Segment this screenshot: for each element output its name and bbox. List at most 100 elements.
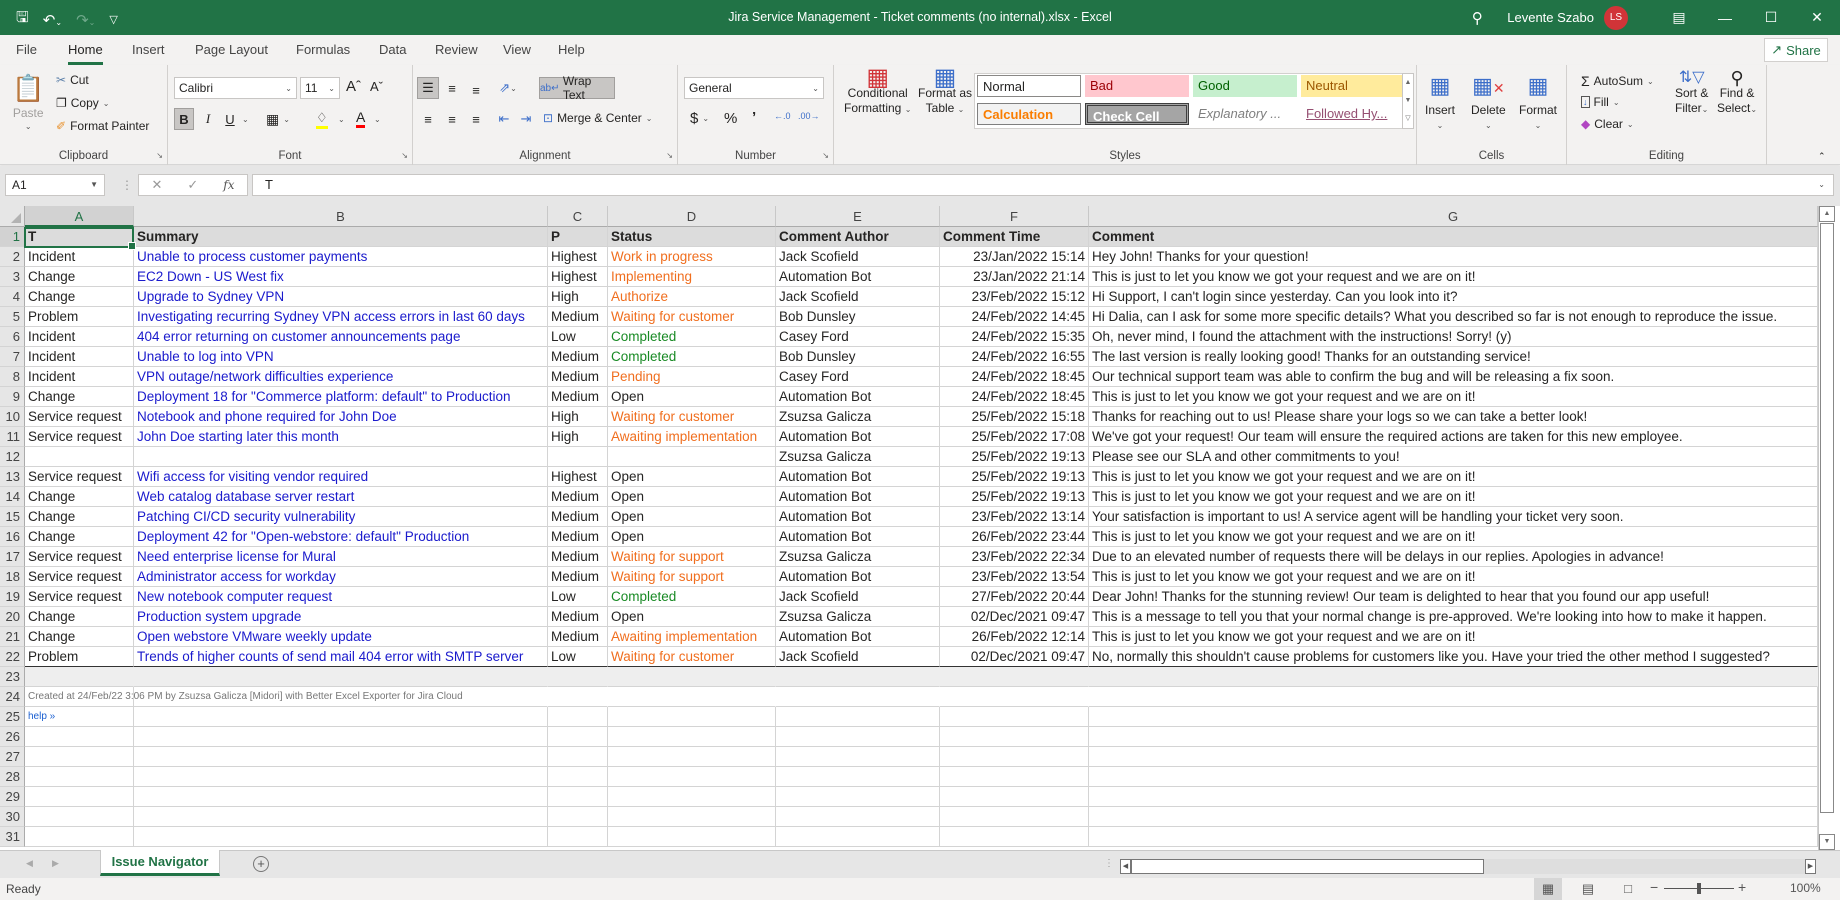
row-header[interactable]: 27 [0,747,25,767]
gallery-scroll[interactable]: ▲ ▼ ▽ [1402,73,1414,129]
add-sheet-icon[interactable]: + [253,856,269,872]
avatar[interactable]: LS [1604,5,1628,30]
chevron-down-icon[interactable]: ⌄ [338,115,345,124]
cell[interactable] [940,667,1089,687]
comment-time-cell[interactable]: 24/Feb/2022 18:45 [940,387,1089,407]
formula-input[interactable]: T ⌄ [252,174,1834,196]
chevron-down-icon[interactable]: ⌄ [242,115,249,124]
summary-link[interactable]: New notebook computer request [134,587,548,607]
row-header[interactable]: 21 [0,627,25,647]
comment-cell[interactable]: Dear John! Thanks for the stunning revie… [1089,587,1818,607]
header-cell[interactable]: P [548,227,608,247]
comment-cell[interactable]: This is just to let you know we got your… [1089,567,1818,587]
comment-time-cell[interactable]: 27/Feb/2022 20:44 [940,587,1089,607]
priority-cell[interactable]: Low [548,327,608,347]
priority-cell[interactable]: Medium [548,387,608,407]
comment-time-cell[interactable]: 24/Feb/2022 14:45 [940,307,1089,327]
priority-cell[interactable]: Highest [548,267,608,287]
cell[interactable] [25,767,134,787]
priority-cell[interactable]: Medium [548,307,608,327]
author-cell[interactable]: Zsuzsa Galicza [776,547,940,567]
type-cell[interactable]: Service request [25,407,134,427]
summary-link[interactable]: Open webstore VMware weekly update [134,627,548,647]
align-bottom-icon[interactable]: ≡ [465,79,487,101]
status-cell[interactable]: Open [608,387,776,407]
align-top-icon[interactable]: ☰ [417,77,439,99]
cell[interactable] [25,787,134,807]
help-link[interactable]: help » [25,707,134,727]
cell[interactable] [776,787,940,807]
cell[interactable] [548,827,608,847]
format-cells-button[interactable]: ▦ Format ⌄ [1519,73,1557,130]
row-header[interactable]: 23 [0,667,25,687]
priority-cell[interactable]: High [548,407,608,427]
status-cell[interactable]: Awaiting implementation [608,427,776,447]
wrap-text-button[interactable]: ab↵ Wrap Text [539,74,615,102]
cell[interactable] [940,707,1089,727]
tab-help[interactable]: Help [558,42,585,57]
orientation-icon[interactable]: ⇗ ⌄ [493,77,523,99]
comment-time-cell[interactable]: 25/Feb/2022 15:18 [940,407,1089,427]
cell[interactable] [25,807,134,827]
row-header[interactable]: 12 [0,447,25,467]
row-header[interactable]: 31 [0,827,25,847]
author-cell[interactable]: Jack Scofield [776,587,940,607]
status-cell[interactable]: Open [608,607,776,627]
type-cell[interactable]: Change [25,627,134,647]
summary-link[interactable]: Deployment 42 for "Open-webstore: defaul… [134,527,548,547]
author-cell[interactable]: Automation Bot [776,267,940,287]
status-cell[interactable]: Awaiting implementation [608,627,776,647]
priority-cell[interactable]: Highest [548,467,608,487]
author-cell[interactable]: Automation Bot [776,467,940,487]
column-header-f[interactable]: F [940,206,1089,227]
gallery-up-icon[interactable]: ▲ [1403,74,1413,92]
cell[interactable] [25,727,134,747]
author-cell[interactable]: Zsuzsa Galicza [776,407,940,427]
search-icon[interactable]: ⚲ [1457,9,1497,27]
style-normal[interactable]: Normal [977,75,1081,97]
type-cell[interactable]: Problem [25,647,134,667]
cell[interactable] [548,707,608,727]
comment-cell[interactable]: This is just to let you know we got your… [1089,527,1818,547]
priority-cell[interactable]: Medium [548,507,608,527]
cell[interactable] [1089,767,1818,787]
cell[interactable] [776,667,940,687]
decrease-indent-icon[interactable]: ⇤ [493,108,515,130]
page-layout-view-icon[interactable]: ▤ [1574,878,1602,900]
type-cell[interactable]: Service request [25,567,134,587]
cell[interactable] [608,667,776,687]
author-cell[interactable]: Zsuzsa Galicza [776,607,940,627]
comment-time-cell[interactable]: 24/Feb/2022 15:35 [940,327,1089,347]
tab-view[interactable]: View [503,42,531,57]
currency-button[interactable]: $ ⌄ [690,110,709,127]
borders-icon[interactable]: ▦ ⌄ [266,111,290,128]
type-cell[interactable]: Change [25,527,134,547]
row-header[interactable]: 18 [0,567,25,587]
comment-time-cell[interactable]: 26/Feb/2022 23:44 [940,527,1089,547]
dialog-launcher-icon[interactable]: ↘ [822,151,829,160]
cell[interactable] [548,687,608,707]
comment-time-cell[interactable]: 26/Feb/2022 12:14 [940,627,1089,647]
cell[interactable] [1089,747,1818,767]
type-cell[interactable]: Problem [25,307,134,327]
font-color-icon[interactable]: A [356,109,366,128]
horizontal-scrollbar[interactable]: ◀ ▶ [1120,859,1816,874]
status-cell[interactable]: Waiting for customer [608,307,776,327]
number-format-select[interactable]: General ⌄ [684,77,824,99]
type-cell[interactable]: Change [25,487,134,507]
row-header[interactable]: 22 [0,647,25,667]
increase-font-size-icon[interactable]: Aˆ [346,78,361,95]
tab-home[interactable]: Home [68,42,103,65]
merge-center-button[interactable]: ⊡ Merge & Center ⌄ [543,111,652,125]
dialog-launcher-icon[interactable]: ↘ [401,151,408,160]
italic-button[interactable]: I [198,108,218,130]
status-cell[interactable] [608,447,776,467]
row-header[interactable]: 16 [0,527,25,547]
priority-cell[interactable]: Medium [548,487,608,507]
cell[interactable] [940,807,1089,827]
scroll-up-icon[interactable]: ▲ [1819,206,1835,222]
author-cell[interactable]: Automation Bot [776,507,940,527]
close-icon[interactable]: ✕ [1794,9,1840,26]
cell[interactable] [776,767,940,787]
row-header[interactable]: 28 [0,767,25,787]
